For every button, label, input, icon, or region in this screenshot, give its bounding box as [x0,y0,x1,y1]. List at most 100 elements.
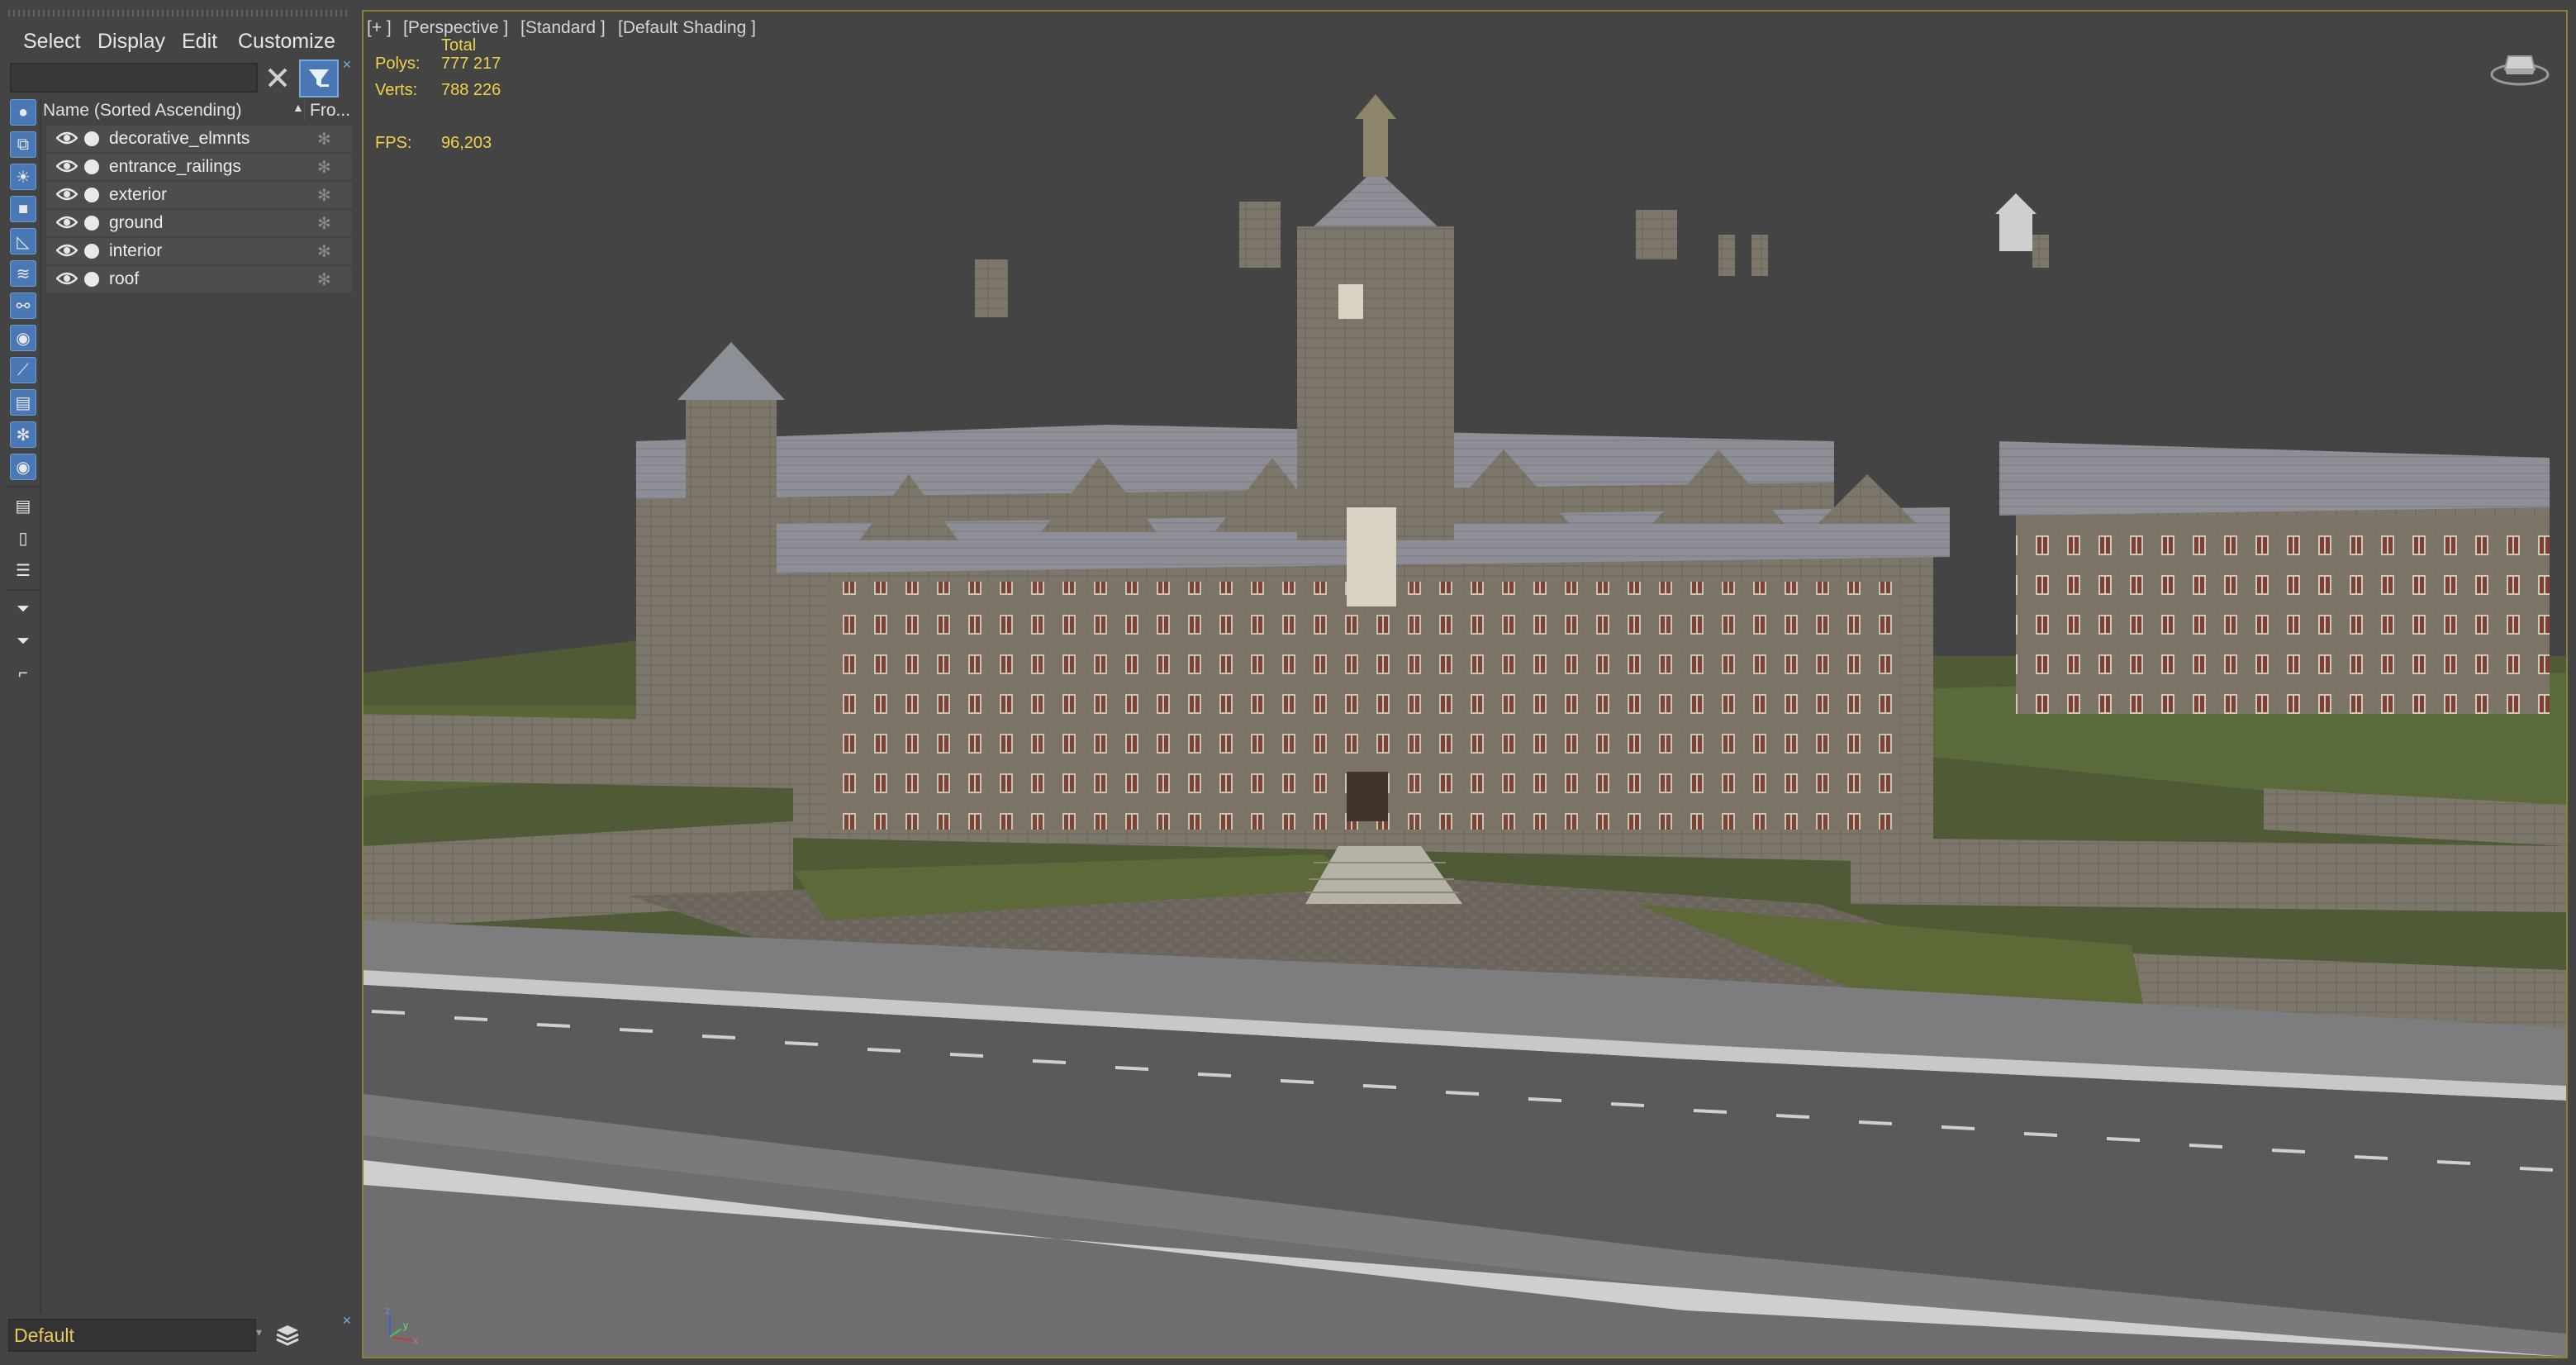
viewport-shading-label[interactable]: [Default Shading ] [618,18,756,38]
display-hidden-button[interactable]: ◉ [10,454,36,480]
select-children-button[interactable]: ⌐ [10,660,36,687]
render-dot-icon[interactable] [84,216,99,231]
snowflake-icon[interactable]: ✻ [317,185,331,206]
layer-row[interactable]: roof ✻ [46,266,352,294]
invert-display-button[interactable]: ☰ [10,557,36,583]
layers-icon [276,1325,299,1346]
layer-label: roof [109,269,140,288]
layer-label: interior [109,241,163,260]
eye-icon[interactable] [55,270,78,287]
layer-label: entrance_railings [109,157,241,176]
menu-select[interactable]: Select [23,28,80,55]
toolbar-divider [7,589,40,591]
explorer-menubar: Select Display Edit Customize [0,23,360,56]
display-groups-button[interactable]: ⚯ [10,292,36,319]
camera-icon: ■ [17,199,29,218]
display-lights-button[interactable]: ☀ [10,164,36,190]
stats-verts-value: 788 226 [441,81,501,99]
layer-manager-button[interactable] [273,1320,302,1350]
menu-display[interactable]: Display [97,28,165,55]
menu-edit[interactable]: Edit [182,28,217,55]
perspective-viewport[interactable]: [+ ] [Perspective ] [Standard ] [Default… [362,10,2568,1358]
axis-tripod-icon: z x y [385,1305,418,1345]
eye-icon: ◉ [16,458,31,477]
toolbar-divider [7,486,40,488]
wave-icon: ≋ [16,264,31,283]
layer-label: ground [109,213,164,232]
tree-column-header: Name (Sorted Ascending) ▲ Fro... [43,99,354,124]
layer-label: decorative_elmnts [109,129,250,148]
eye-icon[interactable] [55,158,78,174]
clear-search-button[interactable] [263,63,292,93]
viewcube-icon[interactable] [2487,41,2553,91]
current-layer-dropdown[interactable]: Default [8,1319,256,1352]
layer-row[interactable]: entrance_railings ✻ [46,154,352,182]
display-shapes-button[interactable]: ⧉ [10,131,36,158]
display-containers-button[interactable]: ▤ [10,389,36,416]
axis-y-label: y [403,1320,408,1331]
frozen-column-header[interactable]: Fro... [304,101,350,121]
filter-settings-button[interactable]: ⏷ [10,596,36,622]
eye-icon[interactable] [55,242,78,259]
viewport-menu-plus[interactable]: [+ ] [367,18,392,38]
snowflake-icon[interactable]: ✻ [317,241,331,262]
eye-icon[interactable] [55,214,78,231]
display-spacewarps-button[interactable]: ≋ [10,260,36,287]
display-helpers-button[interactable]: ◺ [10,228,36,254]
close-panel-icon[interactable]: ✕ [342,58,352,72]
menu-customize[interactable]: Customize [238,28,335,55]
display-cameras-button[interactable]: ■ [10,196,36,222]
snowflake-icon[interactable]: ✻ [317,157,331,178]
scene-explorer-panel: Select Display Edit Customize ✕ ● ⧉ ☀ ■ … [0,0,360,1365]
eye-icon[interactable] [55,130,78,146]
hierarchy-icon: ⌐ [18,663,28,682]
chevron-down-icon[interactable]: ▾ [256,1325,262,1339]
render-dot-icon[interactable] [84,244,99,259]
snowflake-icon[interactable]: ✻ [317,213,331,234]
stats-verts-label: Verts: [375,81,418,99]
blank-page-icon: ▯ [18,529,28,548]
group-icon: ⚯ [16,297,31,316]
list-icon: ☰ [16,561,31,580]
shapes-icon: ⧉ [17,135,30,154]
layer-row[interactable]: exterior ✻ [46,182,352,210]
display-all-button[interactable]: ▤ [10,492,36,519]
layer-row[interactable]: decorative_elmnts ✻ [46,126,352,154]
display-geometry-button[interactable]: ● [10,99,36,126]
stats-fps-label: FPS: [375,134,412,152]
stats-polys-value: 777 217 [441,55,501,73]
viewport-camera-label[interactable]: [Standard ] [520,18,606,38]
render-dot-icon[interactable] [84,188,99,202]
bone-icon: ⟋ [17,360,29,379]
display-bones-button[interactable]: ⟋ [10,357,36,383]
name-column-header[interactable]: Name (Sorted Ascending) [43,101,241,121]
stats-polys-label: Polys: [375,55,421,73]
sphere-icon: ● [17,102,29,121]
snowflake-icon: ✻ [16,426,31,445]
display-frozen-button[interactable]: ✻ [10,421,36,448]
layer-row[interactable]: interior ✻ [46,238,352,266]
layer-row[interactable]: ground ✻ [46,210,352,238]
search-input[interactable] [10,63,258,93]
xref-icon: ◉ [16,329,31,348]
viewport-point-of-view-label[interactable]: [Perspective ] [403,18,508,38]
display-none-button[interactable]: ▯ [10,525,36,551]
filter-button[interactable]: ⏷ [10,628,36,654]
stats-fps-value: 96,203 [441,134,492,152]
render-dot-icon[interactable] [84,131,99,146]
eye-icon[interactable] [55,186,78,202]
render-dot-icon[interactable] [84,272,99,287]
panel-drag-grip[interactable] [8,10,350,17]
snowflake-icon[interactable]: ✻ [317,129,331,150]
filter-toggle-button[interactable] [299,59,339,98]
axis-z-label: z [385,1305,390,1316]
close-panel-icon[interactable]: ✕ [342,1314,352,1328]
snowflake-icon[interactable]: ✻ [317,269,331,290]
document-icon: ▤ [15,497,31,516]
current-layer-value: Default [14,1325,74,1346]
display-xrefs-button[interactable]: ◉ [10,325,36,351]
render-dot-icon[interactable] [84,159,99,174]
container-icon: ▤ [15,393,31,412]
close-icon [268,68,288,88]
explorer-side-toolbar: ● ⧉ ☀ ■ ◺ ≋ ⚯ ◉ ⟋ ▤ ✻ ◉ ▤ ▯ ☰ ⏷ ⏷ ⌐ [7,99,40,692]
